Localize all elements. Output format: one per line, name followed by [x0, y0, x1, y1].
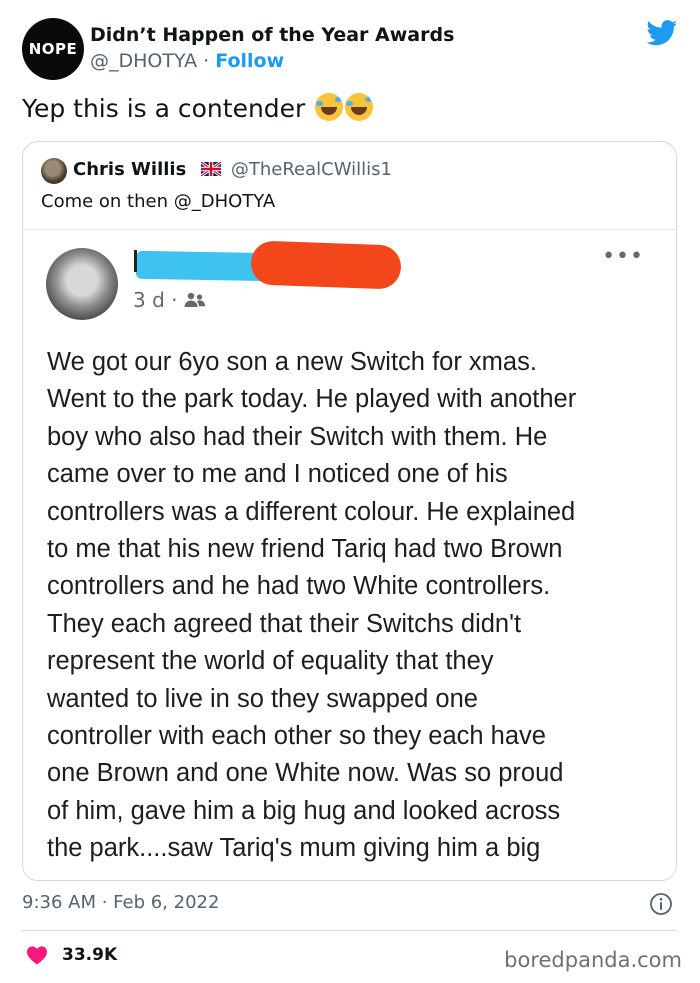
redaction-red	[250, 240, 402, 290]
post-line: They each agreed that their Switchs didn…	[47, 609, 522, 638]
twitter-bird-icon[interactable]	[646, 20, 678, 46]
quote-author-avatar	[41, 158, 67, 184]
follow-button[interactable]: Follow	[215, 50, 284, 72]
post-line: controller with each other so they each …	[47, 722, 546, 751]
quoted-image-post: ••• 3 d · We got our 6yo son a new Switc…	[23, 229, 676, 880]
like-button[interactable]: 33.9K	[26, 945, 117, 965]
quote-text: Come on then @_DHOTYA	[41, 191, 276, 212]
post-time: 3 d	[133, 288, 165, 312]
emoji-rofl-icon	[315, 93, 344, 121]
author-handle[interactable]: @_DHOTYA	[90, 50, 197, 72]
post-line: controllers and he had two White control…	[47, 572, 551, 601]
quote-author-name: Chris Willis	[73, 159, 187, 180]
redaction-mark	[134, 250, 137, 272]
post-line: of him, gave him a big hug and looked ac…	[47, 796, 561, 825]
tweet-text: Yep this is a contender	[22, 93, 374, 123]
footer-divider	[22, 930, 677, 931]
quoted-tweet[interactable]: Chris Willis @TheRealCWillis1 Come on th…	[22, 141, 677, 881]
author-avatar[interactable]: NOPE	[22, 18, 84, 80]
author-name[interactable]: Didn’t Happen of the Year Awards	[90, 24, 454, 46]
post-line: Went to the park today. He played with a…	[47, 385, 577, 414]
more-options-icon: •••	[602, 244, 644, 269]
tweet-header: NOPE Didn’t Happen of the Year Awards @_…	[22, 16, 682, 80]
people-icon	[184, 292, 205, 307]
post-line: We got our 6yo son a new Switch for xmas…	[47, 348, 537, 376]
post-line: one Brown and one White now. Was so prou…	[47, 759, 564, 788]
uk-flag-icon	[200, 162, 221, 176]
post-line: controllers was a different colour. He e…	[47, 497, 576, 526]
post-line: represent the world of equality that the…	[47, 647, 494, 676]
avatar-text: NOPE	[28, 40, 78, 58]
watermark: boredpanda.com	[504, 948, 682, 972]
post-author-avatar	[46, 248, 118, 320]
post-line: wanted to live in so they swapped one	[47, 684, 478, 713]
post-meta: 3 d ·	[133, 288, 206, 312]
post-separator: ·	[171, 288, 178, 312]
author-handle-row: @_DHOTYA · Follow	[90, 50, 284, 72]
tweet-timestamp[interactable]: 9:36 AM · Feb 6, 2022	[22, 892, 219, 913]
quote-author-handle: @TheRealCWillis1	[230, 159, 392, 180]
info-icon[interactable]	[649, 892, 673, 916]
tweet-text-content: Yep this is a contender	[22, 94, 306, 123]
handle-separator: ·	[203, 50, 210, 72]
post-body: We got our 6yo son a new Switch for xmas…	[47, 344, 667, 868]
post-line: came over to me and I noticed one of his	[47, 460, 508, 489]
post-line: boy who also had their Switch with them.…	[47, 422, 548, 451]
post-line: the park....saw Tariq's mum giving him a…	[47, 834, 541, 863]
heart-icon[interactable]	[26, 945, 48, 965]
emoji-rofl-icon	[345, 93, 374, 121]
post-line: to me that his new friend Tariq had two …	[47, 535, 563, 564]
quote-author-row: Chris Willis @TheRealCWillis1	[73, 159, 392, 180]
like-count: 33.9K	[62, 945, 118, 965]
